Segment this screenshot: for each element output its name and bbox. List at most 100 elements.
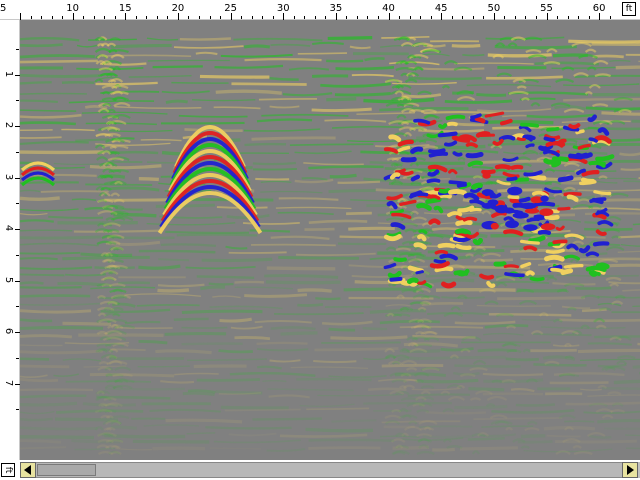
reflection-band xyxy=(20,196,60,201)
horizontal-minor-tick xyxy=(567,16,569,19)
reflection-band xyxy=(165,230,249,234)
reflection-band xyxy=(476,93,507,97)
clutter-reflection xyxy=(465,142,479,148)
reflection-band xyxy=(20,318,53,323)
horizontal-minor-tick xyxy=(135,16,137,19)
horizontal-minor-tick xyxy=(51,16,53,19)
reflection-band xyxy=(244,293,308,298)
reflection-band xyxy=(20,121,76,126)
vertical-tick: 5 xyxy=(0,275,20,287)
clutter-reflection xyxy=(592,212,607,220)
clutter-reflection xyxy=(455,219,473,226)
horizontal-minor-tick xyxy=(420,16,422,19)
reflection-band xyxy=(113,213,157,218)
clutter-reflection xyxy=(462,216,478,222)
horizontal-minor-tick xyxy=(557,16,559,19)
vertical-minor-tick xyxy=(16,357,19,359)
horizontal-minor-tick xyxy=(314,16,316,19)
reflection-band xyxy=(205,426,292,430)
reflection-band xyxy=(20,256,58,261)
clutter-reflection xyxy=(417,233,427,242)
reflection-band xyxy=(604,427,640,430)
clutter-reflection xyxy=(415,270,425,275)
clutter-reflection xyxy=(520,262,532,269)
reflection-band xyxy=(20,92,87,95)
reflection-band xyxy=(193,364,247,369)
horizontal-minor-tick xyxy=(504,16,506,19)
vertical-ruler: 1 2 3 4 5 6 7 xyxy=(0,20,20,460)
reflection-band xyxy=(20,326,104,330)
reflection-band xyxy=(417,378,479,384)
reflection-band xyxy=(138,176,160,182)
horizontal-minor-tick xyxy=(241,16,243,19)
vertical-tick-label: 3 xyxy=(3,173,14,180)
strong-reflection xyxy=(482,172,491,179)
reflection-band xyxy=(224,408,301,412)
horizontal-minor-tick xyxy=(483,16,485,19)
reflection-band xyxy=(137,365,190,368)
reflection-band xyxy=(546,434,581,438)
clutter-reflection xyxy=(474,116,486,124)
reflection-band xyxy=(486,75,563,80)
reflection-band xyxy=(454,364,521,368)
clutter-reflection xyxy=(543,136,556,143)
reflection-band xyxy=(234,336,271,341)
scroll-right-button[interactable] xyxy=(622,462,638,478)
horizontal-tick-label: 55 xyxy=(540,3,553,14)
reflection-band xyxy=(444,99,513,104)
horizontal-unit-label: ft xyxy=(622,2,636,16)
clutter-reflection xyxy=(568,123,581,130)
clutter-reflection xyxy=(438,123,448,130)
reflection-band xyxy=(451,43,481,48)
clutter-reflection xyxy=(525,143,535,149)
vertical-tick: 3 xyxy=(0,172,20,184)
horizontal-scrollbar[interactable] xyxy=(20,462,640,478)
clutter-reflection xyxy=(447,211,463,218)
reflection-band xyxy=(20,136,62,139)
reflection-band xyxy=(520,434,546,439)
reflection-band xyxy=(369,161,404,165)
reflection-band xyxy=(199,74,270,79)
horizontal-minor-tick xyxy=(346,16,348,19)
horizontal-tick-label: 60 xyxy=(592,3,606,14)
reflection-band xyxy=(99,62,147,66)
horizontal-minor-tick xyxy=(104,16,106,19)
horizontal-tick-label: 30 xyxy=(276,3,290,14)
clutter-reflection xyxy=(452,151,463,157)
reflection-band xyxy=(297,303,324,307)
reflection-band xyxy=(20,426,98,431)
clutter-reflection xyxy=(552,239,568,245)
clutter-reflection xyxy=(441,281,457,289)
scroll-thumb[interactable] xyxy=(37,464,96,476)
clutter-reflection xyxy=(543,157,559,165)
strong-reflection xyxy=(524,208,540,214)
reflection-band xyxy=(75,138,109,142)
clutter-reflection xyxy=(525,270,535,276)
radargram-canvas[interactable] xyxy=(20,20,640,460)
reflection-band xyxy=(20,81,52,85)
reflection-band xyxy=(181,342,243,346)
scroll-left-button[interactable] xyxy=(20,462,36,478)
horizontal-minor-tick xyxy=(409,16,411,19)
reflection-band xyxy=(329,173,357,179)
clutter-reflection xyxy=(585,265,607,272)
vertical-tick-label: 1 xyxy=(3,70,14,77)
horizontal-tick-label: 45 xyxy=(434,3,448,14)
horizontal-minor-tick xyxy=(451,16,453,19)
clutter-reflection xyxy=(592,241,610,247)
reflection-band xyxy=(462,53,485,57)
reflection-band xyxy=(62,321,112,326)
horizontal-minor-tick xyxy=(399,16,401,19)
reflection-band xyxy=(220,405,289,410)
reflection-band xyxy=(602,387,640,390)
clutter-reflection xyxy=(581,169,600,177)
reflection-band xyxy=(20,251,81,255)
clutter-reflection xyxy=(413,118,431,125)
scroll-track[interactable] xyxy=(36,462,622,478)
reflection-band xyxy=(181,326,228,329)
horizontal-minor-tick xyxy=(188,16,190,19)
reflection-band xyxy=(55,417,119,422)
strong-reflection xyxy=(540,223,556,231)
reflection-band xyxy=(20,357,50,361)
reflection-band xyxy=(208,282,234,286)
